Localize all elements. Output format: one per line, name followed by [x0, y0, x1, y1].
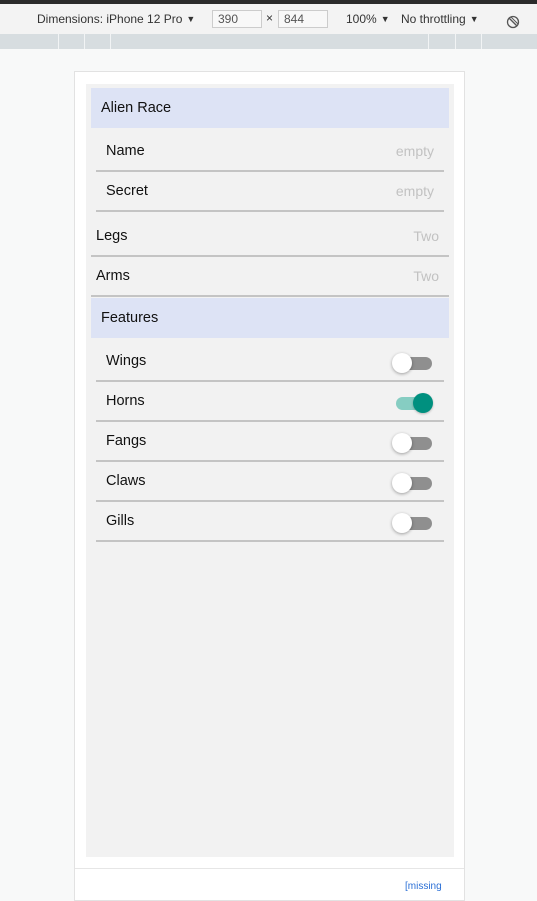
toggle-thumb	[392, 353, 412, 373]
arms-select[interactable]: Arms Two	[91, 257, 449, 297]
rotate-icon[interactable]	[506, 15, 520, 29]
feature-row-horns: Horns	[96, 382, 444, 422]
device-label: Dimensions: iPhone 12 Pro	[37, 12, 183, 26]
device-viewport: Alien Race Name empty Secret empty Legs …	[74, 71, 465, 901]
arms-label: Arms	[96, 268, 130, 284]
ruler-tick	[110, 34, 111, 49]
devtools-device-toolbar: Dimensions: iPhone 12 Pro ▼ 390 × 844 100…	[0, 0, 537, 34]
secret-placeholder: empty	[395, 183, 434, 199]
divider	[75, 868, 464, 869]
feature-row-wings: Wings	[96, 342, 444, 382]
secret-field[interactable]: Secret empty	[96, 172, 444, 212]
ruler-tick	[481, 34, 482, 49]
device-dropdown[interactable]: Dimensions: iPhone 12 Pro ▼	[37, 12, 195, 26]
section-header-alien-race: Alien Race	[91, 88, 449, 128]
feature-row-fangs: Fangs	[96, 422, 444, 462]
throttling-label: No throttling	[401, 12, 466, 26]
legs-value: Two	[413, 228, 439, 244]
toggle-thumb	[392, 433, 412, 453]
zoom-label: 100%	[346, 12, 377, 26]
horns-toggle[interactable]	[394, 393, 434, 413]
width-input[interactable]: 390	[212, 10, 262, 28]
name-field[interactable]: Name empty	[96, 132, 444, 172]
feature-label: Claws	[106, 473, 146, 489]
secret-label: Secret	[106, 183, 148, 199]
claws-toggle[interactable]	[392, 473, 434, 493]
height-input[interactable]: 844	[278, 10, 328, 28]
feature-row-gills: Gills	[96, 502, 444, 542]
legs-select[interactable]: Legs Two	[91, 217, 449, 257]
arms-value: Two	[413, 268, 439, 284]
name-placeholder: empty	[395, 143, 434, 159]
wings-toggle[interactable]	[392, 353, 434, 373]
media-query-ruler[interactable]	[0, 34, 537, 49]
chevron-down-icon: ▼	[186, 14, 196, 24]
throttling-dropdown[interactable]: No throttling ▼	[401, 12, 479, 26]
missing-link[interactable]: [missing	[405, 881, 442, 892]
ruler-tick	[84, 34, 85, 49]
toggle-thumb	[392, 513, 412, 533]
toggle-thumb	[413, 393, 433, 413]
form-panel: Alien Race Name empty Secret empty Legs …	[86, 84, 454, 857]
feature-label: Gills	[106, 513, 135, 529]
feature-label: Horns	[106, 393, 145, 409]
zoom-dropdown[interactable]: 100% ▼	[346, 12, 390, 26]
section-header-features: Features	[91, 298, 449, 338]
ruler-tick	[455, 34, 456, 49]
feature-row-claws: Claws	[96, 462, 444, 502]
legs-label: Legs	[96, 228, 128, 244]
fangs-toggle[interactable]	[392, 433, 434, 453]
chevron-down-icon: ▼	[469, 14, 479, 24]
feature-label: Fangs	[106, 433, 147, 449]
chevron-down-icon: ▼	[380, 14, 390, 24]
name-label: Name	[106, 143, 145, 159]
ruler-tick	[58, 34, 59, 49]
feature-label: Wings	[106, 353, 147, 369]
toggle-thumb	[392, 473, 412, 493]
gills-toggle[interactable]	[392, 513, 434, 533]
dimension-separator: ×	[266, 11, 274, 25]
ruler-tick	[428, 34, 429, 49]
